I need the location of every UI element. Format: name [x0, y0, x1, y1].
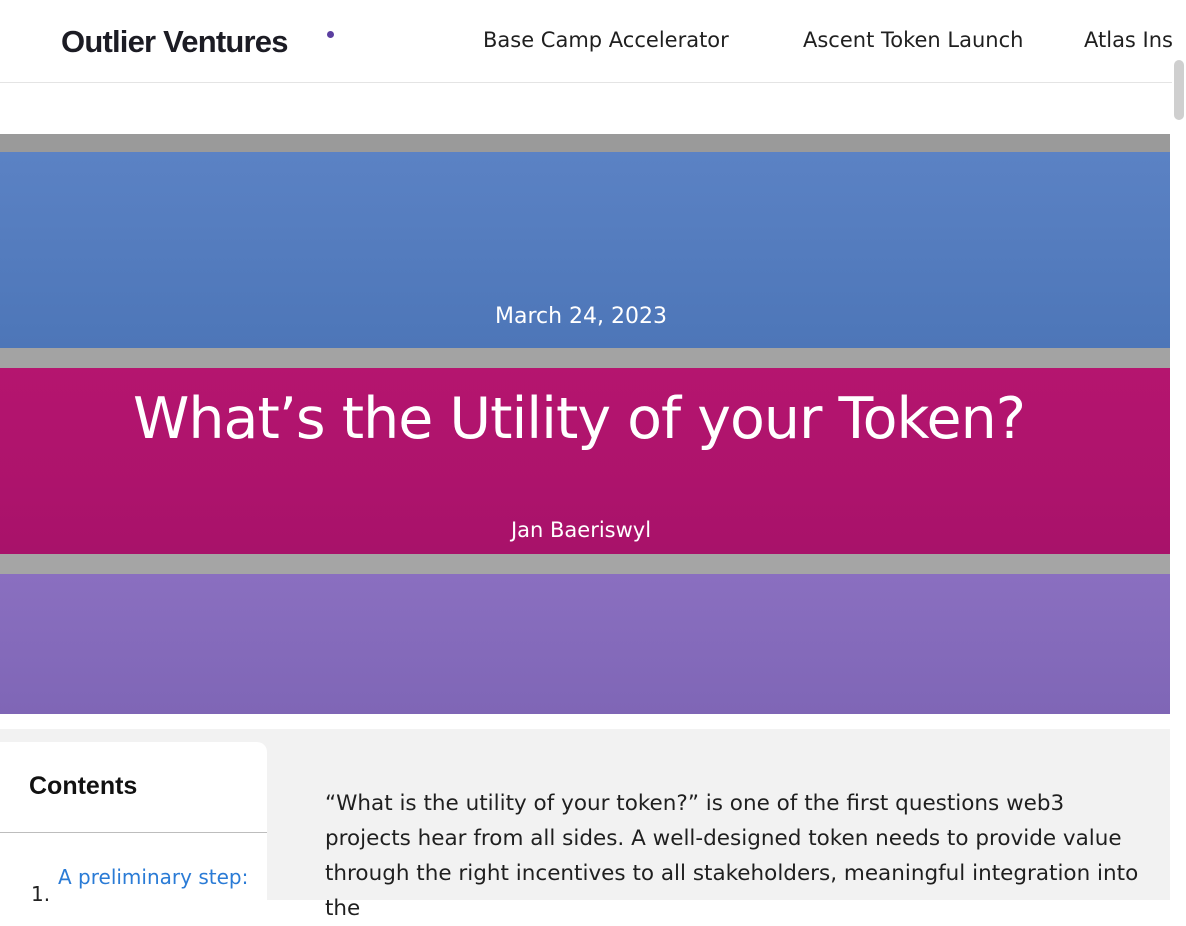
hero-stripe-gap	[0, 134, 1170, 152]
post-author[interactable]: Jan Baeriswyl	[0, 518, 1162, 542]
outlier-ventures-logo[interactable]: Outlier Ventures	[61, 24, 288, 60]
toc-heading: Contents	[29, 772, 138, 800]
toc-item-number: 1.	[31, 882, 51, 906]
toc-item-link[interactable]: A preliminary step:	[58, 865, 248, 889]
article-intro: “What is the utility of your token?” is …	[325, 791, 1139, 921]
nav-base-camp-accelerator[interactable]: Base Camp Accelerator	[483, 28, 729, 52]
nav-atlas-insights[interactable]: Atlas Insig	[1084, 28, 1186, 52]
toc-divider	[0, 832, 267, 833]
hero-stripe-gap	[0, 554, 1170, 574]
nav-ascent-token-launch[interactable]: Ascent Token Launch	[803, 28, 1023, 52]
site-header: Outlier Ventures Base Camp Accelerator A…	[0, 0, 1186, 83]
hero-stripe-gap	[0, 348, 1170, 368]
scrollbar-thumb[interactable]	[1174, 60, 1184, 120]
table-of-contents: Contents 1. A preliminary step:	[0, 742, 267, 912]
hero-banner: March 24, 2023 What’s the Utility of you…	[0, 134, 1170, 714]
hero-stripe-purple	[0, 574, 1170, 714]
logo-dot-icon	[327, 31, 334, 38]
scrollbar[interactable]	[1172, 0, 1186, 900]
post-title: What’s the Utility of your Token?	[133, 386, 1026, 452]
post-date: March 24, 2023	[494, 304, 668, 329]
